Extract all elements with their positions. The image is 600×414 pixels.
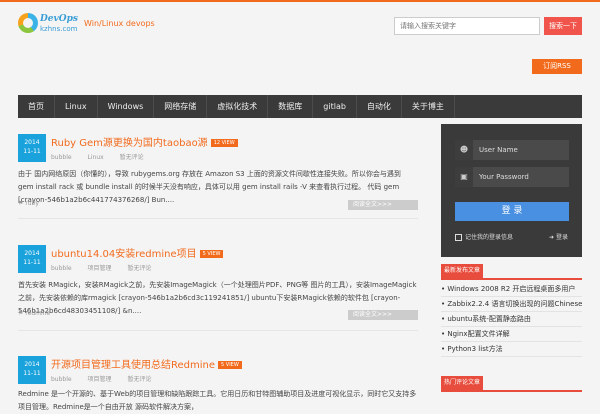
signin-link[interactable]: ➜ 登录 [549, 232, 568, 241]
login-panel: ☻ User Name ▣ Your Password 登 录 记住我的登录信息… [441, 124, 582, 257]
post-title-text[interactable]: 开源项目管理工具使用总结Redmine [51, 360, 215, 371]
post-title-text[interactable]: Ruby Gem源更换为国内taobao源 [51, 138, 208, 149]
password-placeholder: Your Password [479, 173, 529, 181]
site-tagline: Win/Linux devops [84, 19, 155, 28]
post-meta: bubble Linux 暂无评论 [51, 152, 158, 161]
post-date: 2014 11-11 [18, 356, 46, 384]
views-badge: 5 VIEW [199, 250, 224, 258]
read-more-button[interactable]: 阅读全文>>> [348, 200, 418, 210]
post-meta: bubble 项目管理 暂无评论 [51, 263, 165, 272]
post-title[interactable]: ubuntu14.04安装redmine项目 5 VIEW [51, 245, 224, 260]
post-day: 11-11 [23, 148, 41, 155]
user-icon: ☻ [455, 140, 473, 160]
top-accent-strip [0, 0, 600, 2]
recent-post-link[interactable]: Windows 2008 R2 开启远程桌面多用户 [441, 282, 582, 297]
post-comments[interactable]: 暂无评论 [127, 265, 151, 272]
remember-label: 记住我的登录信息 [465, 234, 514, 241]
post-year: 2014 [24, 361, 40, 368]
post-tag[interactable]: ruby [25, 200, 39, 207]
nav-about[interactable]: 关于博主 [402, 95, 455, 118]
post-day: 11-11 [23, 259, 41, 266]
post-divider [18, 330, 418, 331]
post-tag[interactable]: redmine [25, 310, 50, 317]
popular-posts-title: 热门评论文章 [441, 376, 483, 390]
recent-posts-list: Windows 2008 R2 开启远程桌面多用户 Zabbix2.2.4 语言… [441, 282, 582, 357]
post-title[interactable]: Ruby Gem源更换为国内taobao源 12 VIEW [51, 134, 238, 149]
post-excerpt: Redmine 是一个开源的、基于Web的项目管理和缺陷跟踪工具。它用日历和甘特… [18, 390, 417, 411]
nav-network-storage[interactable]: 网络存储 [154, 95, 208, 118]
post-year: 2014 [24, 139, 40, 146]
main-nav: 首页 Linux Windows 网络存储 虚拟化技术 数据库 gitlab 自… [18, 95, 582, 118]
nav-windows[interactable]: Windows [98, 95, 155, 118]
post-author[interactable]: bubble [51, 265, 72, 272]
logo-swirl-icon [18, 13, 38, 33]
recent-posts-title: 最新发布文章 [441, 264, 483, 278]
post-category[interactable]: 项目管理 [88, 376, 112, 383]
logo-text-bottom: kzhns.com [40, 25, 78, 33]
login-button[interactable]: 登 录 [455, 202, 569, 221]
post-tags: ⚑ redmine [18, 310, 50, 317]
recent-post-link[interactable]: Nginx配置文件详解 [441, 327, 582, 342]
post-year: 2014 [24, 250, 40, 257]
remember-checkbox[interactable] [455, 234, 462, 241]
recent-post-link[interactable]: ubuntu系统-配置静态路由 [441, 312, 582, 327]
nav-home[interactable]: 首页 [18, 95, 55, 118]
nav-database[interactable]: 数据库 [268, 95, 314, 118]
post-date: 2014 11-11 [18, 134, 46, 162]
password-field[interactable]: ▣ Your Password [455, 167, 569, 187]
logo-text-top: DevOps [40, 14, 78, 24]
post-tags: ⚑ ruby [18, 200, 39, 207]
tag-icon: ⚑ [18, 310, 24, 317]
post-day: 11-11 [23, 370, 41, 377]
nav-linux[interactable]: Linux [55, 95, 98, 118]
remember-me[interactable]: 记住我的登录信息 [455, 232, 513, 241]
views-badge: 5 VIEW [218, 361, 242, 369]
signin-icon: ➜ [549, 234, 555, 241]
post-author[interactable]: bubble [51, 376, 72, 383]
post-category[interactable]: 项目管理 [88, 265, 112, 272]
post-title[interactable]: 开源项目管理工具使用总结Redmine 5 VIEW [51, 356, 242, 371]
post-date: 2014 11-11 [18, 245, 46, 273]
post-category[interactable]: Linux [88, 154, 104, 161]
search-input[interactable] [394, 17, 540, 35]
views-badge: 12 VIEW [210, 139, 238, 147]
post-author[interactable]: bubble [51, 154, 72, 161]
post-comments[interactable]: 暂无评论 [127, 376, 151, 383]
post-meta: bubble 项目管理 暂无评论 [51, 374, 165, 383]
recent-posts-header: 最新发布文章 [441, 264, 582, 280]
search-button[interactable]: 搜索一下 [544, 17, 582, 35]
recent-post-link[interactable]: Python3 list方法 [441, 342, 582, 357]
post-title-text[interactable]: ubuntu14.04安装redmine项目 [51, 249, 197, 260]
username-placeholder: User Name [479, 146, 518, 154]
nav-automation[interactable]: 自动化 [357, 95, 402, 118]
recent-post-link[interactable]: Zabbix2.2.4 语言切换出现的问题Chinese(zh_CN) [441, 297, 582, 312]
rss-subscribe-button[interactable]: 订阅RSS [532, 59, 582, 74]
site-logo[interactable]: DevOps kzhns.com [18, 13, 78, 39]
nav-virtualization[interactable]: 虚拟化技术 [207, 95, 269, 118]
post-comments[interactable]: 暂无评论 [120, 154, 144, 161]
nav-gitlab[interactable]: gitlab [313, 95, 357, 118]
lock-icon: ▣ [455, 167, 473, 187]
tag-icon: ⚑ [18, 200, 24, 207]
signin-label: 登录 [555, 234, 568, 241]
read-more-button[interactable]: 阅读全文>>> [348, 310, 418, 320]
username-field[interactable]: ☻ User Name [455, 140, 569, 160]
popular-posts-header: 热门评论文章 [441, 376, 582, 392]
post-divider [18, 218, 418, 219]
